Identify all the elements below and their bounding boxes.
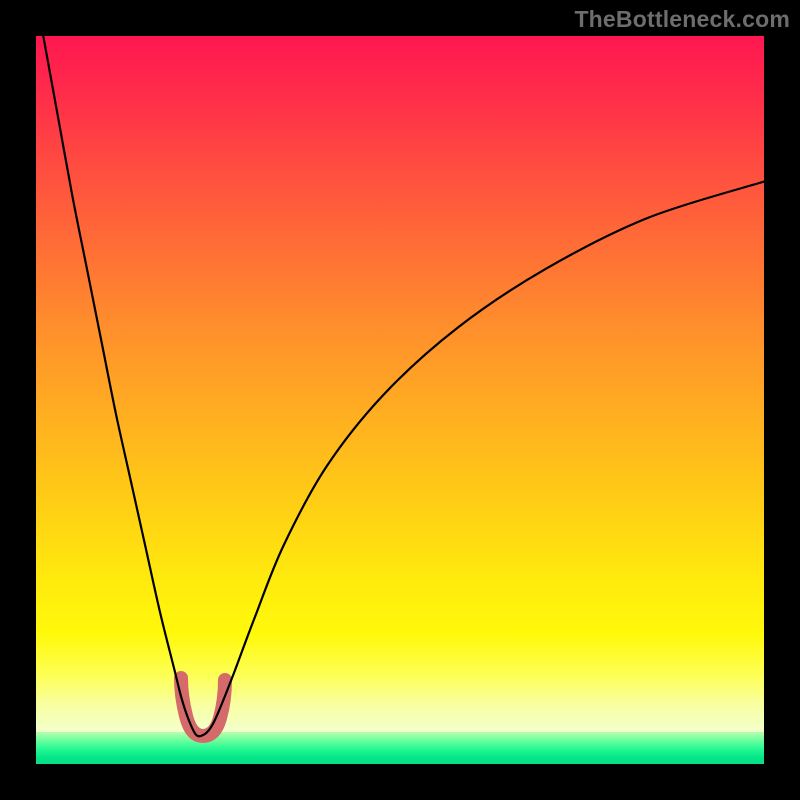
chart-svg [36,36,764,764]
watermark-text: TheBottleneck.com [574,6,790,33]
plot-area [36,36,764,764]
highlight-path [181,678,225,736]
chart-frame: TheBottleneck.com [0,0,800,800]
bottleneck-curve-line [43,36,764,736]
